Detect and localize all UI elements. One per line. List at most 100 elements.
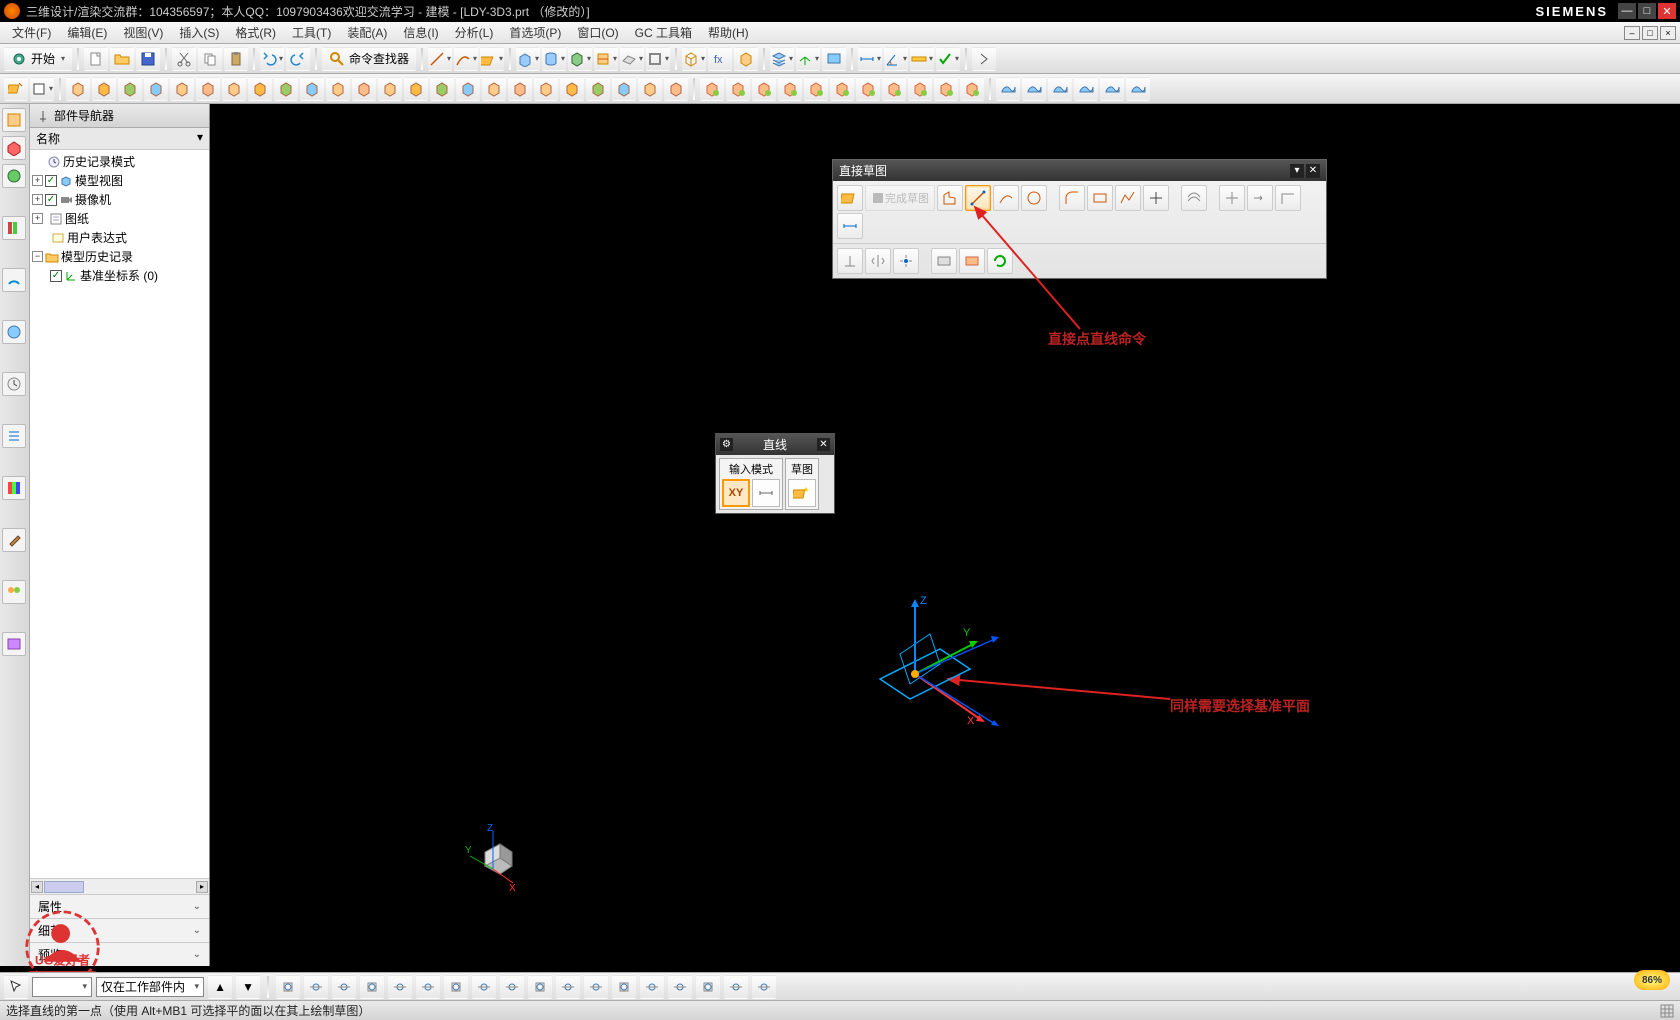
- line-panel-titlebar[interactable]: ⚙ 直线 ✕: [716, 434, 834, 455]
- feature-btn-0[interactable]: [66, 77, 90, 101]
- menu-format[interactable]: 格式(R): [227, 22, 284, 43]
- snap-btn-1[interactable]: [304, 975, 328, 999]
- assoc-btn-9[interactable]: [934, 77, 958, 101]
- assoc-btn-8[interactable]: [908, 77, 932, 101]
- snap-btn-6[interactable]: [444, 975, 468, 999]
- assoc-btn-5[interactable]: [830, 77, 854, 101]
- nav-roles-button[interactable]: [2, 580, 26, 604]
- open-button[interactable]: [110, 47, 134, 71]
- copy-button[interactable]: [198, 47, 222, 71]
- menu-window[interactable]: 窗口(O): [569, 22, 626, 43]
- expand-icon[interactable]: +: [32, 194, 43, 205]
- nav-tree[interactable]: 历史记录模式 +✓模型视图 +✓摄像机 +图纸 用户表达式 −模型历史记录 ✓基…: [30, 150, 209, 878]
- surf-btn-3[interactable]: [1074, 77, 1098, 101]
- extend-curve-button[interactable]: [1247, 185, 1273, 211]
- line-tool-button[interactable]: ▾: [428, 47, 452, 71]
- tree-model-view[interactable]: +✓模型视图: [30, 171, 209, 190]
- tree-camera[interactable]: +✓摄像机: [30, 190, 209, 209]
- scroll-left[interactable]: ◂: [31, 881, 43, 893]
- tree-user-expr[interactable]: 用户表达式: [30, 228, 209, 247]
- feature-btn-4[interactable]: [170, 77, 194, 101]
- sketch-env-button[interactable]: [837, 185, 863, 211]
- finish-sketch-button[interactable]: 完成草图: [865, 185, 935, 211]
- cut-button[interactable]: [172, 47, 196, 71]
- feature-btn-16[interactable]: [482, 77, 506, 101]
- command-finder-button[interactable]: 命令查找器: [322, 47, 416, 71]
- check-button[interactable]: ▾: [936, 47, 960, 71]
- xy-mode-button[interactable]: XY: [722, 479, 750, 507]
- panel-close-button[interactable]: ✕: [1306, 164, 1320, 178]
- menu-tools[interactable]: 工具(T): [284, 22, 339, 43]
- redo-button[interactable]: [286, 47, 310, 71]
- snap-btn-16[interactable]: [724, 975, 748, 999]
- undo-button[interactable]: ▾: [260, 47, 284, 71]
- feature-btn-23[interactable]: [664, 77, 688, 101]
- menu-analysis[interactable]: 分析(L): [447, 22, 502, 43]
- nav-remove-button[interactable]: [2, 528, 26, 552]
- mdi-min[interactable]: –: [1624, 26, 1640, 40]
- profile-button[interactable]: [937, 185, 963, 211]
- feature-btn-17[interactable]: [508, 77, 532, 101]
- snap-btn-15[interactable]: [696, 975, 720, 999]
- constraint-btn-1[interactable]: [837, 248, 863, 274]
- feature-btn-18[interactable]: [534, 77, 558, 101]
- assoc-btn-2[interactable]: [752, 77, 776, 101]
- snap-btn-2[interactable]: [332, 975, 356, 999]
- feature-btn-12[interactable]: [378, 77, 402, 101]
- arc-tool-button[interactable]: ▾: [454, 47, 478, 71]
- line-tool-panel[interactable]: ⚙ 直线 ✕ 输入模式 XY 草图: [715, 433, 835, 514]
- menu-gc-toolbox[interactable]: GC 工具箱: [627, 22, 700, 43]
- assoc-btn-3[interactable]: [778, 77, 802, 101]
- gear-button[interactable]: ⚙: [720, 438, 733, 451]
- scroll-thumb[interactable]: [44, 881, 84, 893]
- snap-btn-11[interactable]: [584, 975, 608, 999]
- nav-books-button[interactable]: [2, 216, 26, 240]
- surf-btn-1[interactable]: [1022, 77, 1046, 101]
- assoc-btn-7[interactable]: [882, 77, 906, 101]
- sel-down-button[interactable]: ▼: [236, 975, 260, 999]
- snap-btn-13[interactable]: [640, 975, 664, 999]
- offset-curve-button[interactable]: [1181, 185, 1207, 211]
- direct-sketch-panel[interactable]: 直接草图 ▾ ✕ 完成草图: [832, 159, 1327, 279]
- nav-browser-button[interactable]: [2, 320, 26, 344]
- box-button[interactable]: ▾: [30, 77, 54, 101]
- feature-btn-2[interactable]: [118, 77, 142, 101]
- snap-btn-0[interactable]: [276, 975, 300, 999]
- angle-button[interactable]: ▾: [884, 47, 908, 71]
- offset-button[interactable]: ▾: [620, 47, 644, 71]
- feature-btn-22[interactable]: [638, 77, 662, 101]
- feature-edit-button[interactable]: ▾: [682, 47, 706, 71]
- surf-btn-2[interactable]: [1048, 77, 1072, 101]
- update-btn[interactable]: [987, 248, 1013, 274]
- panel-titlebar[interactable]: 直接草图 ▾ ✕: [833, 160, 1326, 181]
- extrude-button[interactable]: ▾: [516, 47, 540, 71]
- curve-dim-button[interactable]: ▾: [858, 47, 882, 71]
- menu-assembly[interactable]: 装配(A): [339, 22, 395, 43]
- feature-btn-3[interactable]: [144, 77, 168, 101]
- menu-file[interactable]: 文件(F): [4, 22, 59, 43]
- param-mode-button[interactable]: [752, 479, 780, 507]
- expand-icon[interactable]: +: [32, 213, 43, 224]
- point-button[interactable]: [1143, 185, 1169, 211]
- snap-btn-9[interactable]: [528, 975, 552, 999]
- menu-info[interactable]: 信息(I): [395, 22, 446, 43]
- feature-btn-5[interactable]: [196, 77, 220, 101]
- snap-btn-14[interactable]: [668, 975, 692, 999]
- checkbox[interactable]: ✓: [50, 270, 62, 282]
- datum-csys-display[interactable]: Z Y X: [845, 584, 1005, 744]
- checkbox[interactable]: ✓: [45, 175, 57, 187]
- close-button[interactable]: ✕: [1658, 3, 1676, 19]
- feature-btn-10[interactable]: [326, 77, 350, 101]
- line-panel-close[interactable]: ✕: [817, 438, 830, 451]
- snap-btn-17[interactable]: [752, 975, 776, 999]
- h-scrollbar[interactable]: ◂ ▸: [30, 878, 209, 894]
- corner-button[interactable]: [1275, 185, 1301, 211]
- mdi-restore[interactable]: □: [1642, 26, 1658, 40]
- dim-button[interactable]: [837, 213, 863, 239]
- save-button[interactable]: [136, 47, 160, 71]
- sel-up-button[interactable]: ▲: [208, 975, 232, 999]
- surf-btn-0[interactable]: [996, 77, 1020, 101]
- feature-btn-9[interactable]: [300, 77, 324, 101]
- polyline-button[interactable]: [1115, 185, 1141, 211]
- feature-btn-11[interactable]: [352, 77, 376, 101]
